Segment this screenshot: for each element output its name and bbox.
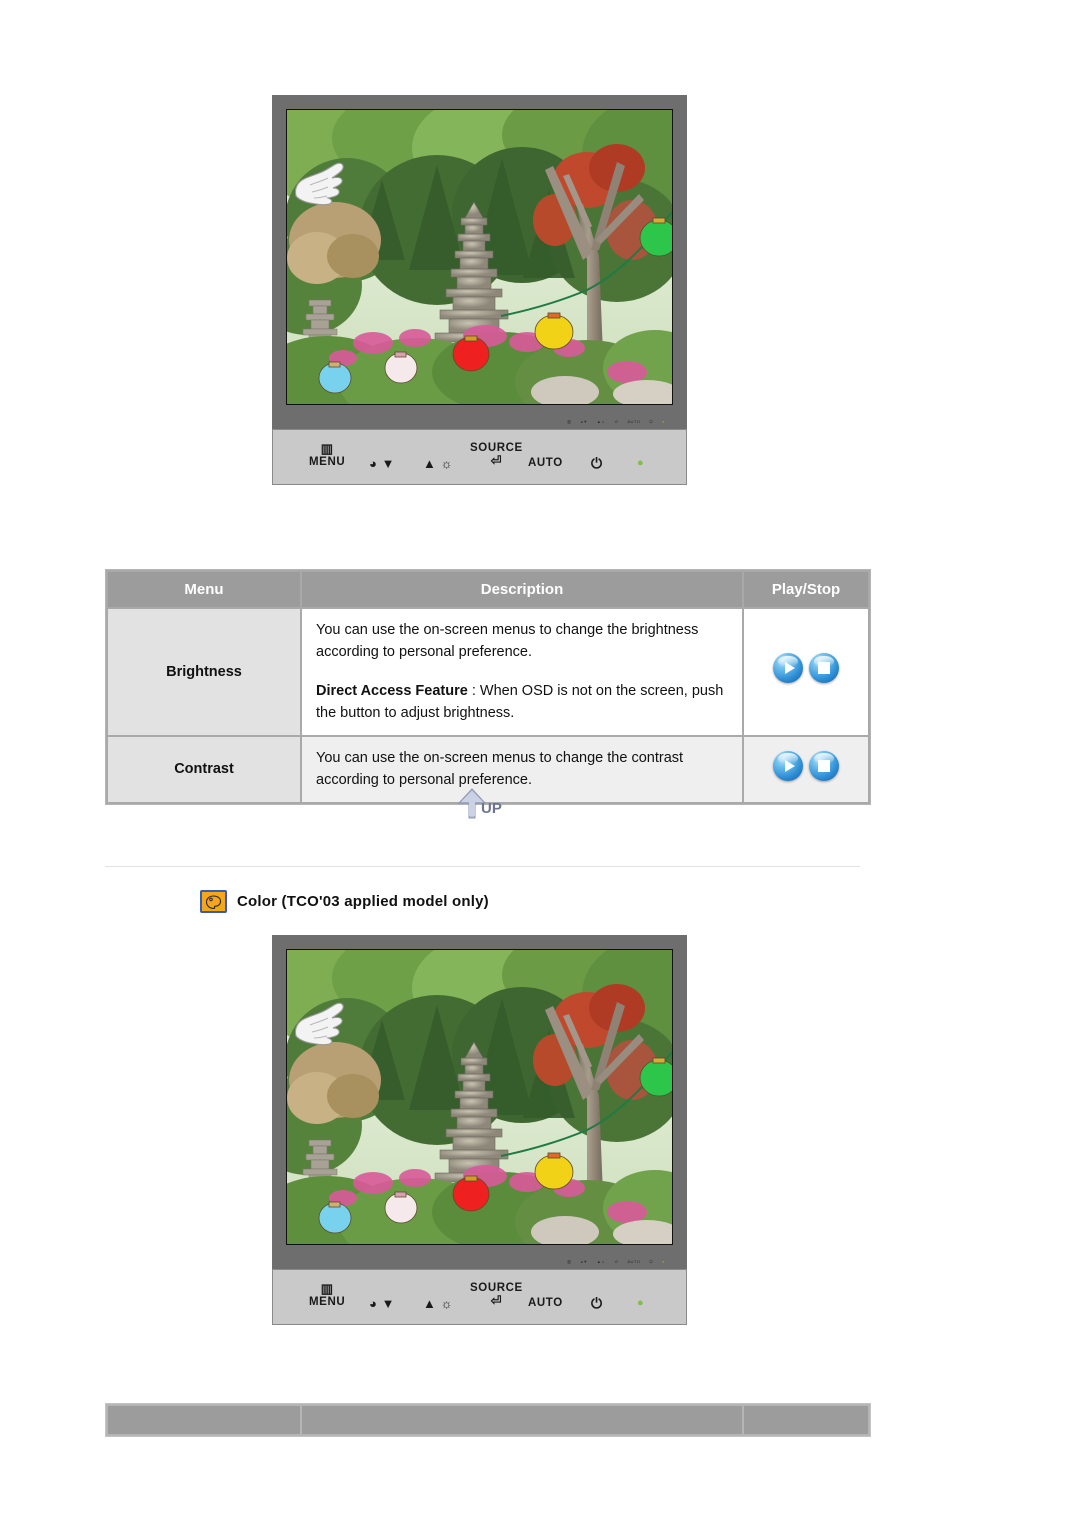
menu-button[interactable]: ▥ MENU xyxy=(309,442,345,468)
menu-grid-icon: ▥ xyxy=(320,1281,334,1296)
section-title-text: Color (TCO'03 applied model only) xyxy=(237,893,489,910)
up-label: UP xyxy=(481,800,502,817)
play-triangle-icon xyxy=(785,759,795,772)
monitor-mini-osd-labels: ▥ ◕▼ ▲☼ ⏎ AUTO ⏻ ● xyxy=(567,419,665,424)
menu-button-label: MENU xyxy=(309,455,346,468)
play-stop-cell-contrast xyxy=(744,736,868,802)
up-arrow-graphic: UP xyxy=(457,788,502,819)
power-button[interactable]: ⏻ xyxy=(591,1296,603,1311)
stop-button[interactable] xyxy=(809,653,839,684)
table-header-row: Menu Description Play/Stop xyxy=(108,572,868,607)
down-arrow-icon: ◕ ▼ xyxy=(369,456,396,471)
power-icon: ⏻ xyxy=(591,455,603,471)
garden-photo xyxy=(287,950,672,1244)
menu-button-label: MENU xyxy=(309,1295,346,1308)
monitor-control-panel[interactable]: ▥ MENU ◕ ▼ ▲ ☼ SOURCE ⏎ AUTO ⏻ ● xyxy=(272,1269,687,1325)
power-led-indicator: ● xyxy=(637,1297,645,1310)
header-description: Description xyxy=(302,572,742,607)
monitor-screen xyxy=(286,949,673,1245)
menu-cell-brightness: Brightness xyxy=(108,609,300,735)
header-play-stop: Play/Stop xyxy=(744,572,868,607)
enter-icon: ⏎ xyxy=(490,453,503,469)
down-arrow-icon: ◕ ▼ xyxy=(369,1296,396,1311)
bottom-table-header xyxy=(105,1403,871,1437)
monitor-lower-bezel: ▥ ◕▼ ▲☼ ⏎ AUTO ⏻ ● xyxy=(286,405,673,425)
led-dot-icon: ● xyxy=(637,457,645,469)
description-cell-brightness: You can use the on-screen menus to chang… xyxy=(302,609,742,735)
down-button[interactable]: ◕ ▼ xyxy=(369,1297,395,1311)
stop-square-icon xyxy=(818,759,830,772)
stop-button[interactable] xyxy=(809,750,839,781)
play-stop-cell-brightness xyxy=(744,609,868,735)
auto-button[interactable]: AUTO xyxy=(528,457,563,469)
up-brightness-button[interactable]: ▲ ☼ xyxy=(423,1297,453,1311)
description-paragraph-1: You can use the on-screen menus to chang… xyxy=(316,622,699,661)
auto-button-label: AUTO xyxy=(528,457,563,469)
menu-button[interactable]: ▥ MENU xyxy=(309,1282,345,1308)
up-arrow-brightness-icon: ▲ ☼ xyxy=(423,456,454,471)
led-dot-icon: ● xyxy=(637,1297,645,1309)
description-paragraph-2: Direct Access Feature : When OSD is not … xyxy=(316,680,728,725)
color-palette-icon xyxy=(200,890,227,913)
source-enter-button[interactable]: SOURCE ⏎ xyxy=(470,1282,523,1308)
power-icon: ⏻ xyxy=(591,1295,603,1311)
direct-access-feature-label: Direct Access Feature xyxy=(316,682,468,699)
auto-button[interactable]: AUTO xyxy=(528,1297,563,1309)
monitor-lower-bezel: ▥ ◕▼ ▲☼ ⏎ AUTO ⏻ ● xyxy=(286,1245,673,1265)
monitor-illustration-color: ▥ ◕▼ ▲☼ ⏎ AUTO ⏻ ● ▥ MENU ◕ ▼ ▲ ☼ SOURCE ⏎ AUT… xyxy=(272,935,687,1325)
power-led-indicator: ● xyxy=(637,457,645,470)
garden-photo xyxy=(287,110,672,404)
play-stop-group xyxy=(773,750,839,781)
enter-icon: ⏎ xyxy=(490,1293,503,1309)
power-button[interactable]: ⏻ xyxy=(591,456,603,471)
monitor-screen xyxy=(286,109,673,405)
monitor-bezel: ▥ ◕▼ ▲☼ ⏎ AUTO ⏻ ● xyxy=(272,95,687,429)
up-scroll-button[interactable]: UP xyxy=(455,786,511,820)
description-paragraph-1: You can use the on-screen menus to chang… xyxy=(316,749,684,789)
bottom-cell-2 xyxy=(302,1406,742,1434)
bottom-cell-3 xyxy=(744,1406,868,1434)
table-row: Brightness You can use the on-screen men… xyxy=(108,609,868,735)
bottom-cell-1 xyxy=(108,1406,300,1434)
section-heading-color: Color (TCO'03 applied model only) xyxy=(200,890,489,913)
palette-glyph xyxy=(205,894,222,909)
monitor-control-panel[interactable]: ▥ MENU ◕ ▼ ▲ ☼ SOURCE ⏎ AUTO ⏻ ● xyxy=(272,429,687,485)
monitor-bezel: ▥ ◕▼ ▲☼ ⏎ AUTO ⏻ ● xyxy=(272,935,687,1269)
down-button[interactable]: ◕ ▼ xyxy=(369,457,395,471)
play-stop-group xyxy=(773,653,839,684)
play-triangle-icon xyxy=(785,662,795,675)
auto-button-label: AUTO xyxy=(528,1297,563,1309)
play-button[interactable] xyxy=(773,750,803,781)
up-arrow-brightness-icon: ▲ ☼ xyxy=(423,1296,454,1311)
stop-square-icon xyxy=(818,662,830,675)
section-divider xyxy=(105,866,860,867)
monitor-illustration-brightness: ▥ ◕▼ ▲☼ ⏎ AUTO ⏻ ● ▥ MENU ◕ ▼ ▲ ☼ SOURCE ⏎ AUT… xyxy=(272,95,687,485)
description-cell-contrast: You can use the on-screen menus to chang… xyxy=(302,736,742,802)
header-menu: Menu xyxy=(108,572,300,607)
monitor-mini-osd-labels: ▥ ◕▼ ▲☼ ⏎ AUTO ⏻ ● xyxy=(567,1259,665,1264)
up-brightness-button[interactable]: ▲ ☼ xyxy=(423,457,453,471)
menu-grid-icon: ▥ xyxy=(320,441,334,456)
play-button[interactable] xyxy=(773,653,803,684)
menu-description-table: Menu Description Play/Stop Brightness Yo… xyxy=(105,569,871,805)
table-row xyxy=(108,1406,868,1434)
menu-cell-contrast: Contrast xyxy=(108,736,300,802)
source-enter-button[interactable]: SOURCE ⏎ xyxy=(470,442,523,468)
